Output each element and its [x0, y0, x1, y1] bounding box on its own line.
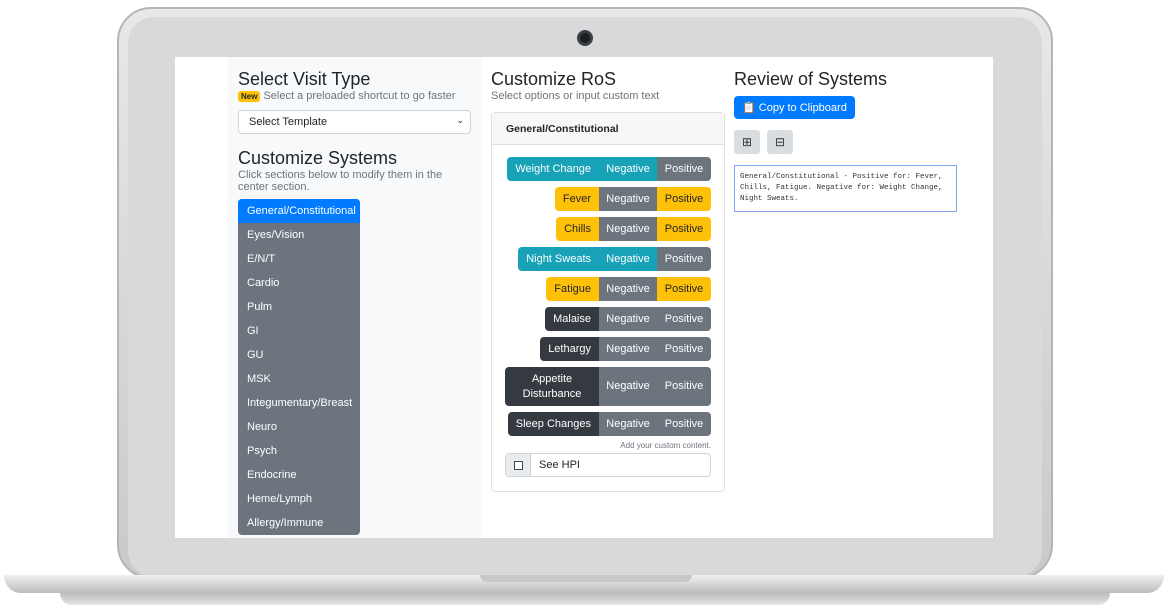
symptom-row: Sleep Changes Negative Positive [492, 412, 711, 436]
systems-title: Customize Systems [238, 148, 398, 168]
positive-button[interactable]: Positive [657, 247, 711, 271]
system-item[interactable]: Psych [238, 439, 360, 463]
symptom-rows: Weight Change Negative Positive Fever Negati… [492, 145, 724, 436]
custom-content-input[interactable]: See HPI [505, 453, 711, 477]
symptom-row: Appetite Disturbance Negative Positive [492, 367, 711, 406]
negative-button[interactable]: Negative [599, 157, 657, 181]
system-item[interactable]: Eyes/Vision [238, 223, 360, 247]
custom-text[interactable]: See HPI [531, 454, 588, 476]
visit-type-subtitle-text: Select a preloaded shortcut to go faster [263, 90, 456, 102]
symptom-label[interactable]: Sleep Changes [507, 412, 599, 436]
symptom-row: Weight Change Negative Positive [492, 157, 711, 181]
minus-square-icon: ⊟ [774, 135, 786, 149]
system-item[interactable]: Integumentary/Breast [238, 391, 360, 415]
symptom-label[interactable]: Weight Change [507, 157, 599, 181]
visit-type-title: Select Visit Type [238, 69, 371, 89]
checkbox-icon [513, 460, 523, 470]
left-panel: Select Visit Type New Select a preloaded … [228, 57, 482, 538]
symptom-row: Night Sweats Negative Positive [492, 247, 711, 271]
positive-button[interactable]: Positive [657, 157, 711, 181]
system-item[interactable]: GU [238, 343, 360, 367]
negative-button[interactable]: Negative [599, 247, 657, 271]
system-item[interactable]: Heme/Lymph [238, 487, 360, 511]
center-panel: Customize RoS Select options or input cu… [491, 69, 725, 492]
clipboard-icon: 📋 [742, 102, 756, 114]
system-item[interactable]: MSK [238, 367, 360, 391]
laptop-notch [480, 575, 692, 582]
customize-ros-title: Customize RoS [491, 69, 617, 89]
template-select[interactable]: Select Template ⌄ [238, 110, 471, 134]
copy-to-clipboard-button[interactable]: 📋 Copy to Clipboard [734, 96, 855, 119]
laptop-base-bottom [60, 593, 1110, 605]
right-panel: Review of Systems 📋 Copy to Clipboard ⊞ … [734, 69, 964, 212]
positive-button[interactable]: Positive [657, 307, 711, 331]
systems-subtitle: Click sections below to modify them in t… [238, 169, 443, 193]
positive-button[interactable]: Positive [657, 187, 711, 211]
symptom-row: Lethargy Negative Positive [492, 337, 711, 361]
symptom-label[interactable]: Lethargy [540, 337, 599, 361]
symptom-label[interactable]: Appetite Disturbance [505, 367, 599, 406]
expand-button[interactable]: ⊞ [734, 130, 760, 154]
positive-button[interactable]: Positive [657, 277, 711, 301]
symptom-row: Fever Negative Positive [492, 187, 711, 211]
symptom-label[interactable]: Fatigue [546, 277, 599, 301]
app-screen: Select Visit Type New Select a preloaded … [175, 57, 993, 538]
symptom-row: Malaise Negative Positive [492, 307, 711, 331]
system-item[interactable]: GI [238, 319, 360, 343]
webcam [577, 30, 593, 46]
positive-button[interactable]: Positive [657, 412, 711, 436]
system-item[interactable]: Allergy/Immune [238, 511, 360, 535]
card-title: General/Constitutional [492, 113, 724, 145]
positive-button[interactable]: Positive [657, 367, 711, 406]
customize-ros-subtitle: Select options or input custom text [491, 90, 660, 102]
positive-button[interactable]: Positive [657, 337, 711, 361]
custom-checkbox[interactable] [506, 454, 531, 476]
positive-button[interactable]: Positive [657, 217, 711, 241]
negative-button[interactable]: Negative [599, 412, 657, 436]
system-item[interactable]: Neuro [238, 415, 360, 439]
negative-button[interactable]: Negative [599, 277, 657, 301]
custom-hint: Add your custom content. [620, 441, 711, 450]
symptom-label[interactable]: Fever [554, 187, 599, 211]
symptom-label[interactable]: Malaise [545, 307, 599, 331]
new-badge: New [238, 91, 261, 102]
collapse-button[interactable]: ⊟ [767, 130, 793, 154]
copy-label: Copy to Clipboard [758, 102, 847, 114]
symptom-label[interactable]: Chills [556, 217, 599, 241]
ros-output[interactable]: General/Constitutional - Positive for: F… [734, 165, 957, 212]
template-select-value: Select Template [249, 116, 328, 128]
negative-button[interactable]: Negative [599, 307, 657, 331]
symptom-row: Fatigue Negative Positive [492, 277, 711, 301]
system-card: General/Constitutional Weight Change Nega… [491, 112, 725, 492]
chevron-down-icon: ⌄ [456, 115, 464, 125]
negative-button[interactable]: Negative [599, 337, 657, 361]
negative-button[interactable]: Negative [599, 187, 657, 211]
system-item[interactable]: Pulm [238, 295, 360, 319]
system-item[interactable]: Endocrine [238, 463, 360, 487]
plus-square-icon: ⊞ [741, 135, 753, 149]
review-title: Review of Systems [734, 69, 888, 89]
system-item[interactable]: E/N/T [238, 247, 360, 271]
system-item[interactable]: Cardio [238, 271, 360, 295]
systems-list: General/Constitutional Eyes/Vision E/N/T Ca… [238, 199, 360, 535]
symptom-label[interactable]: Night Sweats [518, 247, 599, 271]
system-item[interactable]: General/Constitutional [238, 199, 360, 223]
negative-button[interactable]: Negative [599, 217, 657, 241]
visit-type-subtitle: New Select a preloaded shortcut to go fas… [238, 90, 472, 103]
symptom-row: Chills Negative Positive [492, 217, 711, 241]
negative-button[interactable]: Negative [599, 367, 657, 406]
